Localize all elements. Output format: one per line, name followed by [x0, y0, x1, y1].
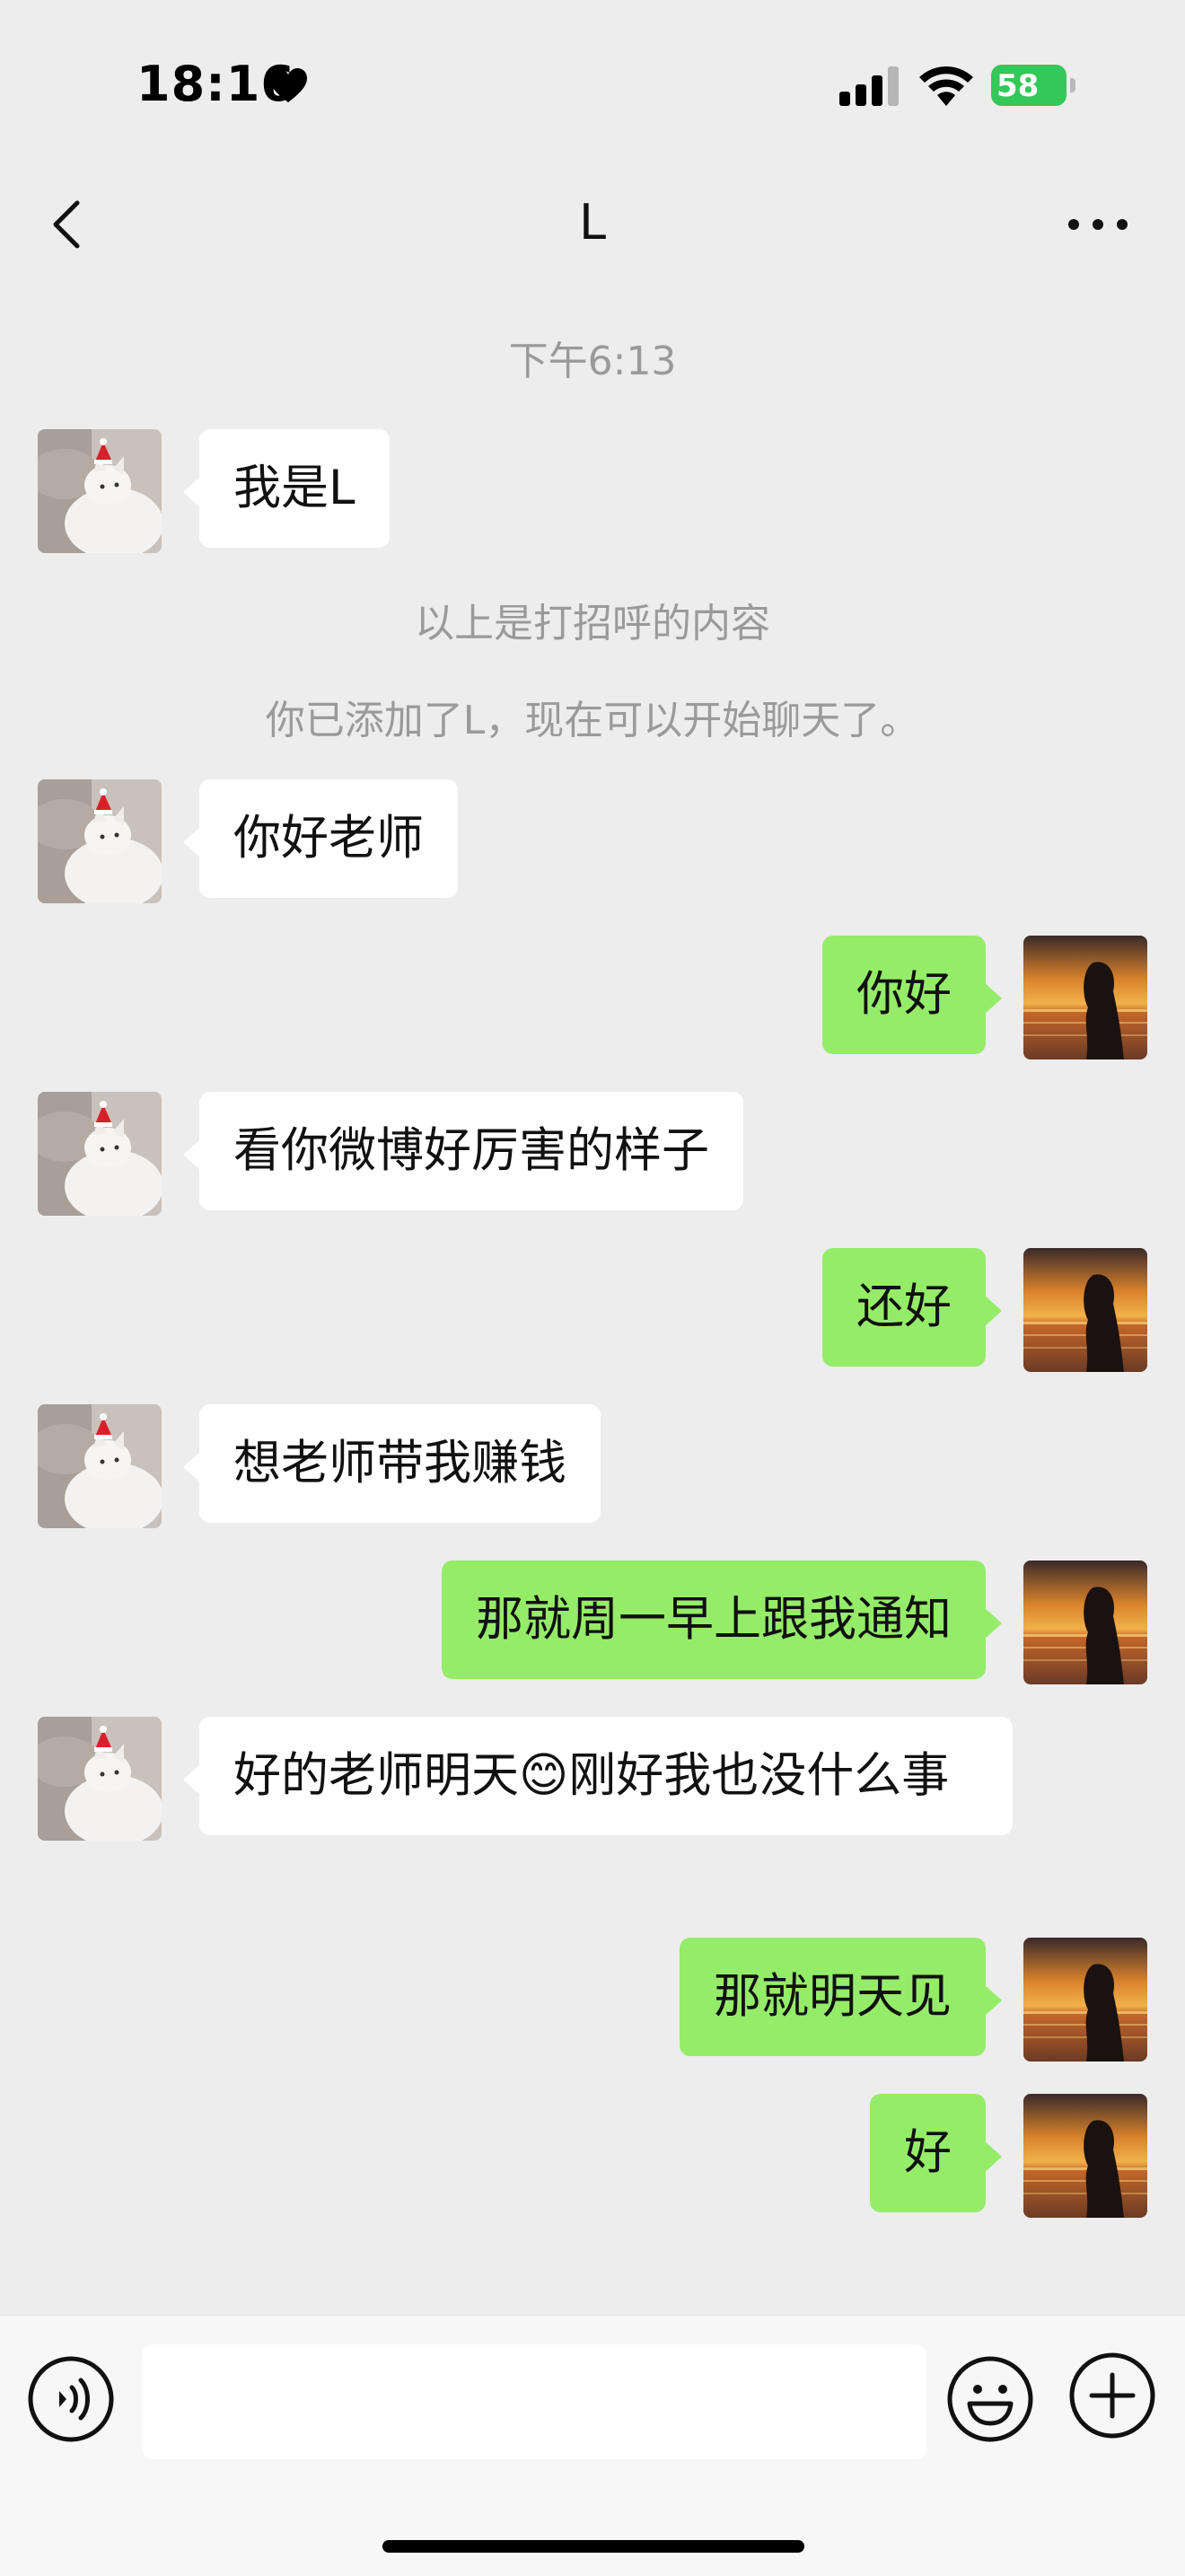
message-input[interactable]	[142, 2344, 926, 2459]
chat-timestamp: 下午6:13	[508, 338, 677, 384]
sent-message[interactable]: 还好	[822, 1248, 1002, 1367]
sent-message[interactable]: 那就明天见	[680, 1938, 1002, 2056]
contact-avatar[interactable]	[38, 1717, 162, 1841]
my-avatar[interactable]	[1023, 1248, 1147, 1372]
my-avatar[interactable]	[1023, 2094, 1147, 2218]
more-dots-icon[interactable]	[1066, 217, 1129, 232]
wifi-icon	[919, 66, 973, 106]
greeting-note: 以上是打招呼的内容	[415, 601, 770, 646]
plus-icon[interactable]	[1068, 2352, 1156, 2440]
received-message[interactable]: 你好老师	[183, 779, 458, 898]
received-message[interactable]: 好的老师明天😊刚好我也没什么事	[183, 1717, 1013, 1835]
battery-cap	[1070, 78, 1075, 92]
heart-icon	[269, 68, 307, 102]
sent-message[interactable]: 好	[870, 2094, 1002, 2212]
received-message[interactable]: 我是L	[183, 429, 390, 548]
my-avatar[interactable]	[1023, 1561, 1147, 1684]
emoji-icon[interactable]	[946, 2355, 1034, 2443]
my-avatar[interactable]	[1023, 936, 1147, 1059]
home-indicator	[382, 2540, 804, 2553]
contact-avatar[interactable]	[38, 779, 162, 903]
received-message[interactable]: 想老师带我赚钱	[183, 1404, 601, 1523]
chat-title: L	[578, 194, 607, 251]
input-bar	[0, 2315, 1185, 2576]
sent-message[interactable]: 那就周一早上跟我通知	[442, 1561, 1002, 1679]
my-avatar[interactable]	[1023, 1938, 1147, 2062]
status-bar: 18:16 58	[0, 0, 1185, 171]
added-note: 你已添加了L，现在可以开始聊天了。	[265, 698, 920, 743]
contact-avatar[interactable]	[38, 1092, 162, 1216]
nav-bar: L	[0, 171, 1185, 278]
voice-icon[interactable]	[27, 2355, 115, 2443]
battery-level: 58	[996, 68, 1040, 104]
received-message[interactable]: 看你微博好厉害的样子	[183, 1092, 743, 1210]
battery-indicator: 58	[991, 65, 1075, 108]
contact-avatar[interactable]	[38, 1404, 162, 1528]
contact-avatar[interactable]	[38, 429, 162, 553]
cellular-signal-icon	[839, 66, 899, 106]
sent-message[interactable]: 你好	[822, 936, 1002, 1054]
